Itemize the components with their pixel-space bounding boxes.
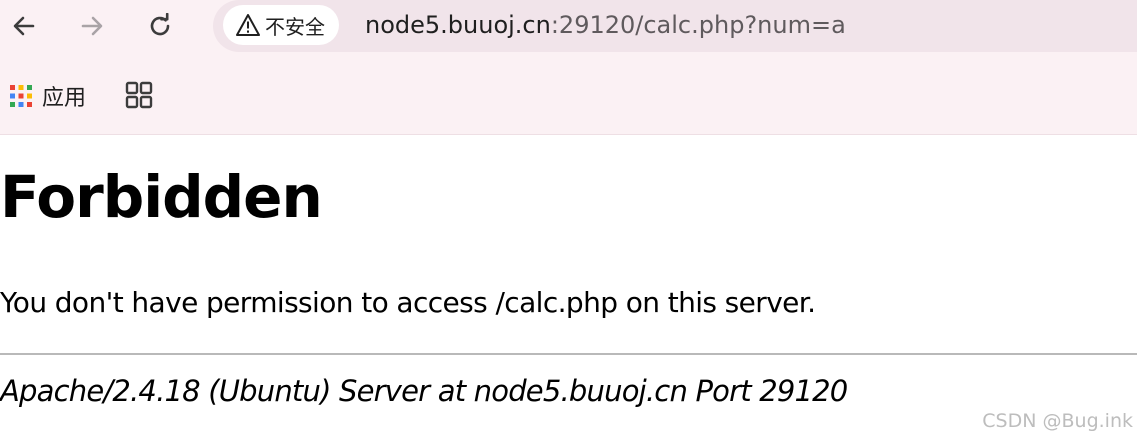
page-title: Forbidden: [0, 163, 323, 231]
browser-toolbar: 不安全 node5.buuoj.cn:29120/calc.php?num=a: [0, 0, 1137, 52]
reload-icon: [150, 13, 170, 36]
forward-button[interactable]: [74, 8, 110, 44]
url-host: node5.buuoj.cn: [365, 11, 551, 39]
divider: [0, 353, 1137, 355]
arrow-left-icon: [13, 16, 35, 36]
security-label: 不安全: [265, 14, 325, 39]
tab-groups-button[interactable]: [124, 80, 154, 110]
browser-chrome: 不安全 node5.buuoj.cn:29120/calc.php?num=a …: [0, 0, 1137, 135]
reload-button[interactable]: [142, 8, 178, 44]
tab-groups-icon: [125, 81, 153, 109]
apps-shortcut[interactable]: 应用: [8, 80, 86, 112]
error-message: You don't have permission to access /cal…: [0, 286, 816, 319]
security-chip[interactable]: 不安全: [223, 5, 339, 45]
apps-grid-icon: [10, 85, 32, 107]
arrow-right-icon: [81, 16, 103, 36]
server-signature: Apache/2.4.18 (Ubuntu) Server at node5.b…: [0, 374, 848, 408]
url-path: :29120/calc.php?num=a: [550, 11, 846, 39]
address-bar[interactable]: 不安全 node5.buuoj.cn:29120/calc.php?num=a: [213, 0, 1137, 52]
watermark: CSDN @Bug.ink: [982, 410, 1133, 432]
bookmarks-bar: 应用: [0, 74, 1137, 118]
back-button[interactable]: [6, 8, 42, 44]
apps-label: 应用: [42, 86, 87, 111]
url-text[interactable]: node5.buuoj.cn:29120/calc.php?num=a: [365, 9, 846, 41]
warning-triangle-icon: [236, 14, 260, 36]
